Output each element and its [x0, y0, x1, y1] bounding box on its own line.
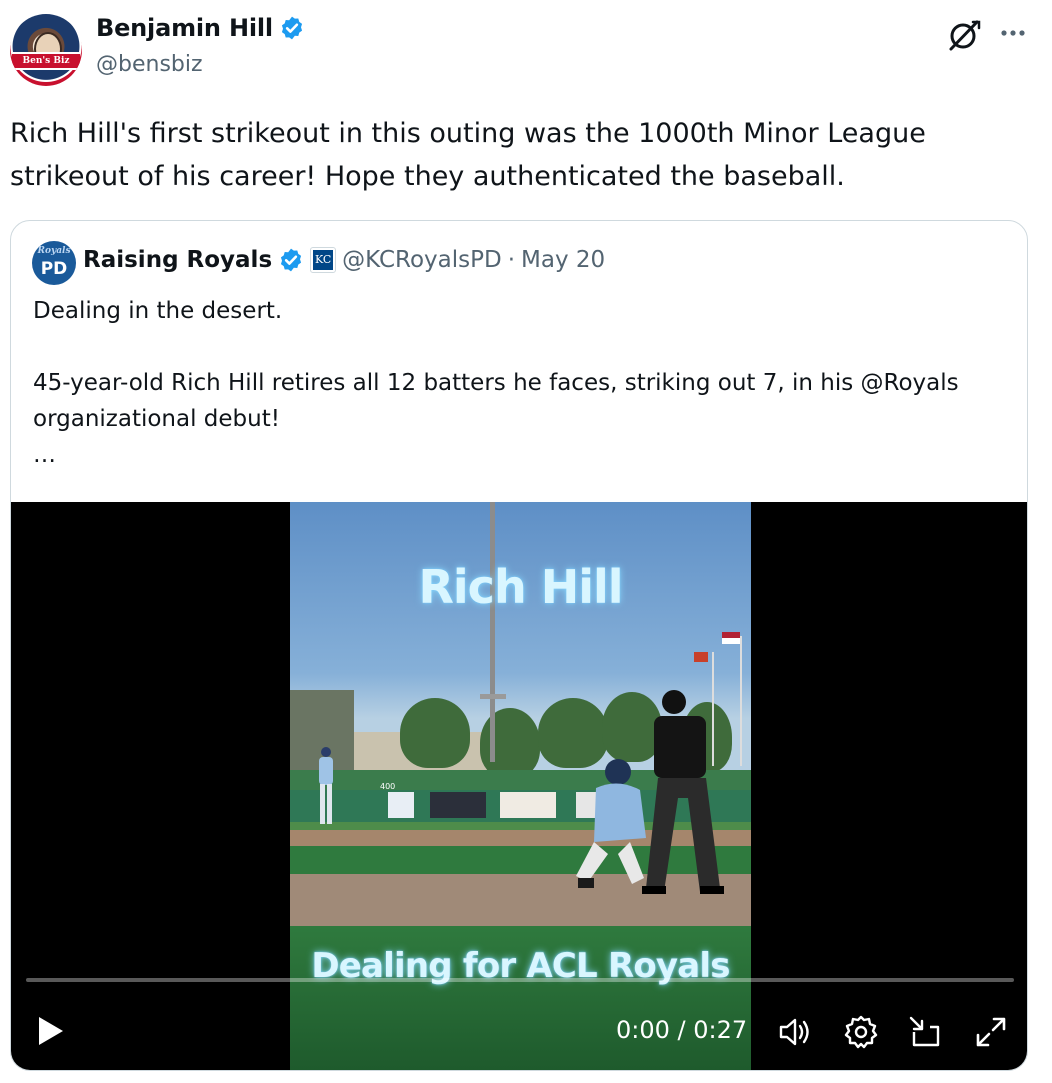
umpire-figure	[642, 690, 724, 894]
affiliate-badge-label: KC	[313, 250, 334, 270]
more-options-icon[interactable]	[998, 18, 1028, 48]
grok-icon[interactable]	[946, 18, 982, 52]
volume-icon[interactable]	[777, 1014, 813, 1050]
quoted-avatar-script: Royals	[37, 246, 71, 256]
video-time: 0:00 / 0:27	[616, 1016, 748, 1044]
verified-badge-icon	[281, 248, 302, 272]
pitcher-figure	[319, 747, 333, 824]
quoted-tweet-card[interactable]: Royals PD Raising Royals KC @KCRoyalsPD …	[10, 220, 1028, 1071]
tree	[480, 708, 540, 778]
quoted-avatar[interactable]: Royals PD	[32, 241, 76, 285]
fullscreen-icon[interactable]	[973, 1014, 1009, 1050]
video-player[interactable]: 400 Rich Hill Dealing for ACL Royals 0:0…	[11, 502, 1027, 1070]
avatar-logo-text: Ben's Biz	[12, 52, 80, 70]
wall-ad	[500, 792, 556, 818]
author-name-row: Benjamin Hill	[96, 14, 305, 42]
quoted-name[interactable]: Raising Royals	[83, 247, 272, 273]
author-name[interactable]: Benjamin Hill	[96, 14, 273, 42]
distance-marker: 400	[380, 782, 396, 791]
settings-icon[interactable]	[843, 1014, 879, 1050]
video-progress-bar[interactable]	[26, 978, 1014, 982]
quoted-avatar-text: PD	[40, 259, 68, 279]
minimize-icon[interactable]	[908, 1014, 944, 1050]
video-caption-title: Rich Hill	[418, 560, 623, 614]
author-avatar[interactable]: Ben's Biz	[10, 14, 82, 86]
us-flag	[722, 632, 740, 644]
quoted-handle[interactable]: @KCRoyalsPD	[342, 247, 502, 273]
light-pole-head	[480, 694, 506, 699]
play-icon[interactable]	[35, 1014, 67, 1048]
quoted-header: Raising Royals KC @KCRoyalsPD · May 20	[83, 247, 605, 273]
light-pole	[490, 502, 495, 762]
wall-ad	[388, 792, 414, 818]
state-flag	[694, 652, 708, 662]
separator-dot: ·	[507, 247, 516, 273]
wall-ad	[430, 792, 486, 818]
flagpole	[740, 636, 742, 766]
video-frame: 400 Rich Hill Dealing for ACL Royals	[290, 502, 751, 1070]
affiliate-badge[interactable]: KC	[310, 247, 337, 273]
verified-badge-icon	[281, 16, 302, 40]
quoted-text: Dealing in the desert. 45-year-old Rich …	[33, 298, 959, 468]
tree	[400, 698, 470, 768]
author-handle[interactable]: @bensbiz	[96, 52, 203, 77]
tweet-text: Rich Hill's first strikeout in this outi…	[10, 118, 926, 192]
quoted-date[interactable]: May 20	[521, 247, 605, 273]
